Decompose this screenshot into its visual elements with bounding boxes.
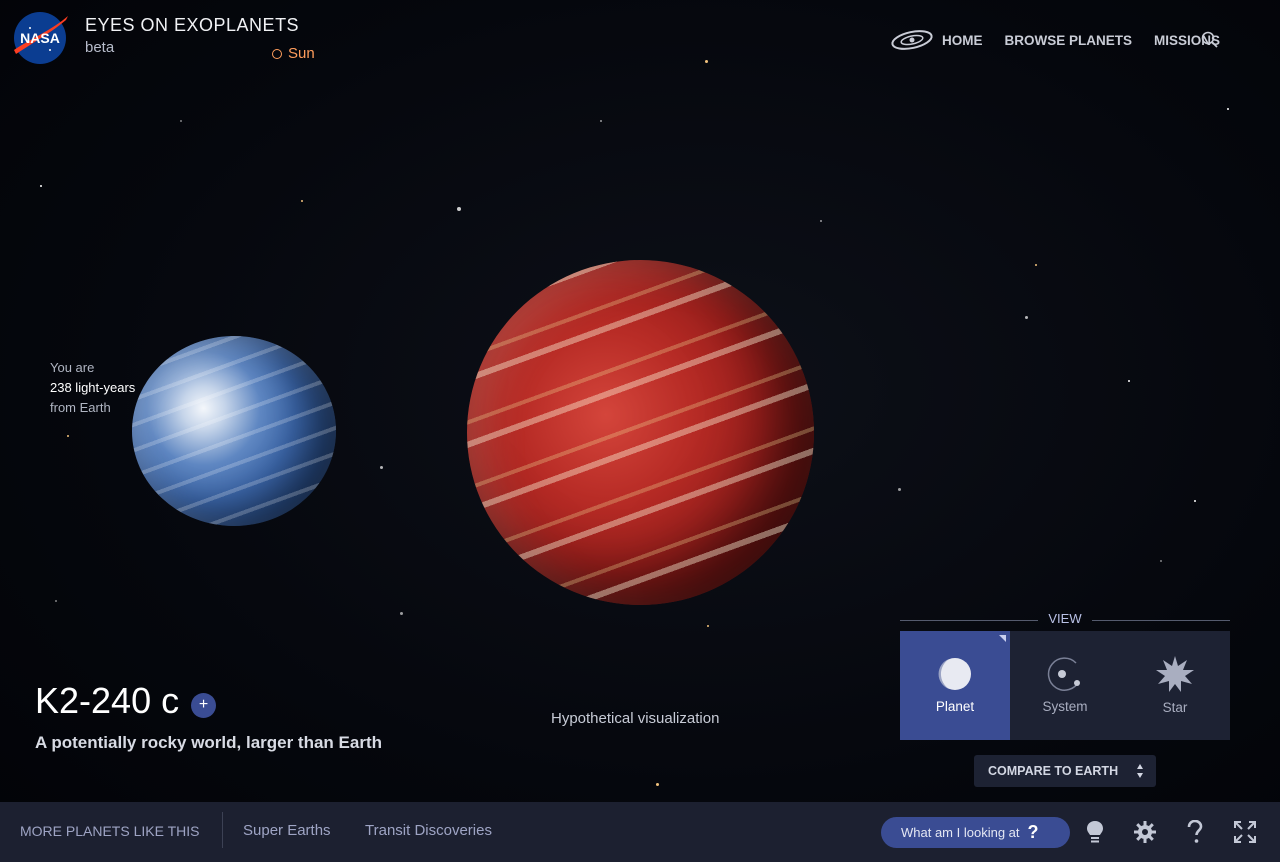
star xyxy=(1128,380,1130,382)
view-system-label: System xyxy=(1042,699,1088,714)
add-planet-button[interactable]: + xyxy=(191,692,217,718)
star xyxy=(55,600,57,602)
distance-info: You are 238 light-years from Earth xyxy=(50,358,135,418)
question-mark-icon: ? xyxy=(1027,822,1039,842)
fullscreen-icon[interactable] xyxy=(1230,817,1260,847)
star xyxy=(457,207,461,211)
logo-text: NASA xyxy=(20,30,60,46)
app-title[interactable]: EYES ON EXOPLANETS xyxy=(85,15,299,36)
nav-home[interactable]: HOME xyxy=(890,28,983,52)
top-nav: HOME BROWSE PLANETS MISSIONS xyxy=(890,28,1220,52)
star xyxy=(400,612,403,615)
star xyxy=(67,435,69,437)
planet-name-row: K2-240 c + xyxy=(35,680,217,722)
nav-browse-label: BROWSE PLANETS xyxy=(1004,32,1132,48)
view-planet-label: Planet xyxy=(935,699,975,714)
star xyxy=(1035,264,1037,266)
star xyxy=(180,120,182,122)
distance-value: 238 light-years xyxy=(50,380,136,395)
star xyxy=(1025,316,1028,319)
star xyxy=(705,60,708,63)
nav-browse-planets[interactable]: BROWSE PLANETS xyxy=(1004,33,1132,48)
app-subtitle: beta xyxy=(85,39,115,56)
view-system-button[interactable]: System xyxy=(1010,631,1120,740)
nav-home-label: HOME xyxy=(941,32,983,48)
system-icon xyxy=(1047,657,1080,691)
bottom-divider xyxy=(222,812,223,848)
star xyxy=(707,625,709,627)
what-am-i-looking-at-label: What am I looking at xyxy=(901,825,1020,840)
view-label: VIEW xyxy=(1048,611,1082,626)
distance-line-1: You are xyxy=(50,360,95,375)
star xyxy=(1160,560,1162,562)
sun-link[interactable]: Sun xyxy=(272,45,315,62)
sun-link-label: Sun xyxy=(288,45,315,62)
view-star-label: Star xyxy=(1162,700,1188,715)
compare-label: COMPARE TO EARTH xyxy=(988,764,1119,778)
nasa-logo[interactable]: NASA xyxy=(12,10,68,66)
view-star-button[interactable]: Star xyxy=(1120,631,1230,740)
star xyxy=(898,488,901,491)
exoplanet-render[interactable] xyxy=(467,260,814,605)
lightbulb-icon[interactable] xyxy=(1080,817,1110,847)
view-planet-button[interactable]: Planet xyxy=(900,631,1010,740)
view-panel: Planet System Star xyxy=(900,631,1230,740)
star xyxy=(1194,500,1196,502)
category-transit-discoveries[interactable]: Transit Discoveries xyxy=(365,822,492,839)
more-planets-label: MORE PLANETS LIKE THIS xyxy=(20,823,200,839)
what-am-i-looking-at-button[interactable]: What am I looking at ? xyxy=(881,817,1070,848)
distance-line-3: from Earth xyxy=(50,400,111,415)
star xyxy=(301,200,303,202)
planet-icon xyxy=(938,658,971,690)
star xyxy=(600,120,602,122)
gear-icon[interactable] xyxy=(1130,817,1160,847)
star xyxy=(40,185,42,187)
sun-icon xyxy=(272,48,282,59)
planet-description: A potentially rocky world, larger than E… xyxy=(35,733,382,752)
search-icon[interactable] xyxy=(1200,30,1220,50)
star xyxy=(656,783,659,786)
star-icon xyxy=(1156,656,1194,692)
visualization-label: Hypothetical visualization xyxy=(551,710,720,727)
planet-name: K2-240 c xyxy=(35,680,180,721)
nasa-logo-icon: NASA xyxy=(14,12,68,64)
earth-planet[interactable] xyxy=(132,336,336,526)
category-super-earths[interactable]: Super Earths xyxy=(243,822,331,839)
star xyxy=(380,466,383,469)
star xyxy=(1227,108,1229,110)
compare-to-earth-button[interactable]: COMPARE TO EARTH xyxy=(974,755,1156,787)
galaxy-icon xyxy=(891,30,933,50)
question-icon[interactable] xyxy=(1180,817,1210,847)
star xyxy=(820,220,822,222)
sort-arrows-icon xyxy=(1137,764,1143,778)
